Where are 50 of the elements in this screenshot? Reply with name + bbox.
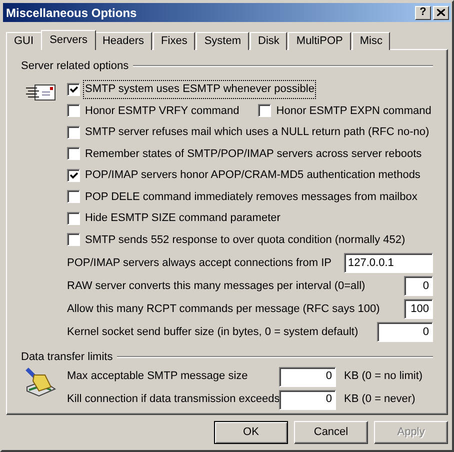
field-label: POP/IMAP servers always accept connections from IP — [67, 256, 333, 271]
dialog-button[interactable]: OK — [214, 421, 288, 444]
input-field[interactable]: 100 — [404, 299, 433, 319]
tab[interactable]: GUI — [6, 32, 42, 50]
group-title: Data transfer limits — [21, 350, 113, 364]
field-label: Kill connection if data transmission exceeds — [67, 392, 279, 408]
checkbox-label: Remember states of SMTP/POP/IMAP servers across server reboots — [84, 146, 423, 162]
checkbox-label: SMTP server refuses mail which uses a NULL return path (RFC no-no) — [84, 125, 430, 140]
checkbox[interactable] — [67, 147, 80, 160]
tab[interactable]: Fixes — [153, 32, 196, 50]
group-title: Server related options — [21, 59, 129, 74]
checkbox-label: Hide ESMTP SIZE command parameter — [84, 211, 282, 226]
unit-label: KB (0 = never) — [344, 392, 416, 408]
field-label: RAW server converts this many messages per interval (0=all) — [67, 278, 366, 294]
checkbox-label: POP/IMAP servers honor APOP/CRAM-MD5 authentication methods — [84, 168, 422, 183]
tab[interactable]: Disk — [250, 32, 288, 50]
checkbox[interactable] — [67, 82, 80, 96]
tab[interactable]: Servers — [40, 30, 96, 50]
input-field[interactable]: 127.0.0.1 — [344, 253, 433, 273]
brush-icon — [25, 367, 57, 397]
checkbox-label: Honor ESMTP EXPN command — [275, 104, 432, 118]
checkbox[interactable] — [67, 233, 80, 246]
close-icon — [437, 9, 445, 16]
tab[interactable]: MultiPOP — [288, 32, 351, 50]
checkbox-label: Honor ESMTP VRFY command — [84, 104, 240, 118]
unit-label: KB (0 = no limit) — [344, 369, 423, 384]
tab[interactable]: System — [196, 32, 250, 50]
field-label: Allow this many RCPT commands per message (RFC says 100) — [67, 302, 381, 317]
checkbox[interactable] — [67, 168, 80, 182]
window-title: Miscellaneous Options — [6, 6, 137, 18]
help-button[interactable]: ? — [415, 6, 431, 20]
input-field[interactable]: 0 — [279, 366, 336, 386]
input-field[interactable]: 0 — [279, 390, 336, 410]
checkbox[interactable] — [67, 126, 80, 139]
input-field[interactable]: 0 — [377, 322, 433, 342]
dialog-button[interactable]: Cancel — [294, 421, 368, 444]
checkbox[interactable] — [67, 104, 80, 118]
field-label: Max acceptable SMTP message size — [67, 369, 249, 384]
input-field[interactable]: 0 — [404, 276, 433, 296]
checkbox-label: SMTP system uses ESMTP whenever possible — [84, 81, 316, 98]
field-label: Kernel socket send buffer size (in bytes, 0 = system default) — [67, 324, 360, 340]
checkbox[interactable] — [258, 104, 272, 118]
tab[interactable]: Headers — [94, 32, 152, 50]
tab[interactable]: Misc — [352, 32, 390, 50]
checkbox-label: SMTP sends 552 response to over quota condition (normally 452) — [84, 232, 406, 248]
checkbox[interactable] — [67, 190, 80, 204]
checkbox[interactable] — [67, 212, 80, 225]
envelope-icon — [25, 82, 57, 102]
close-button[interactable] — [433, 6, 449, 20]
checkbox-label: POP DELE command immediately removes messages from mailbox — [84, 190, 418, 204]
